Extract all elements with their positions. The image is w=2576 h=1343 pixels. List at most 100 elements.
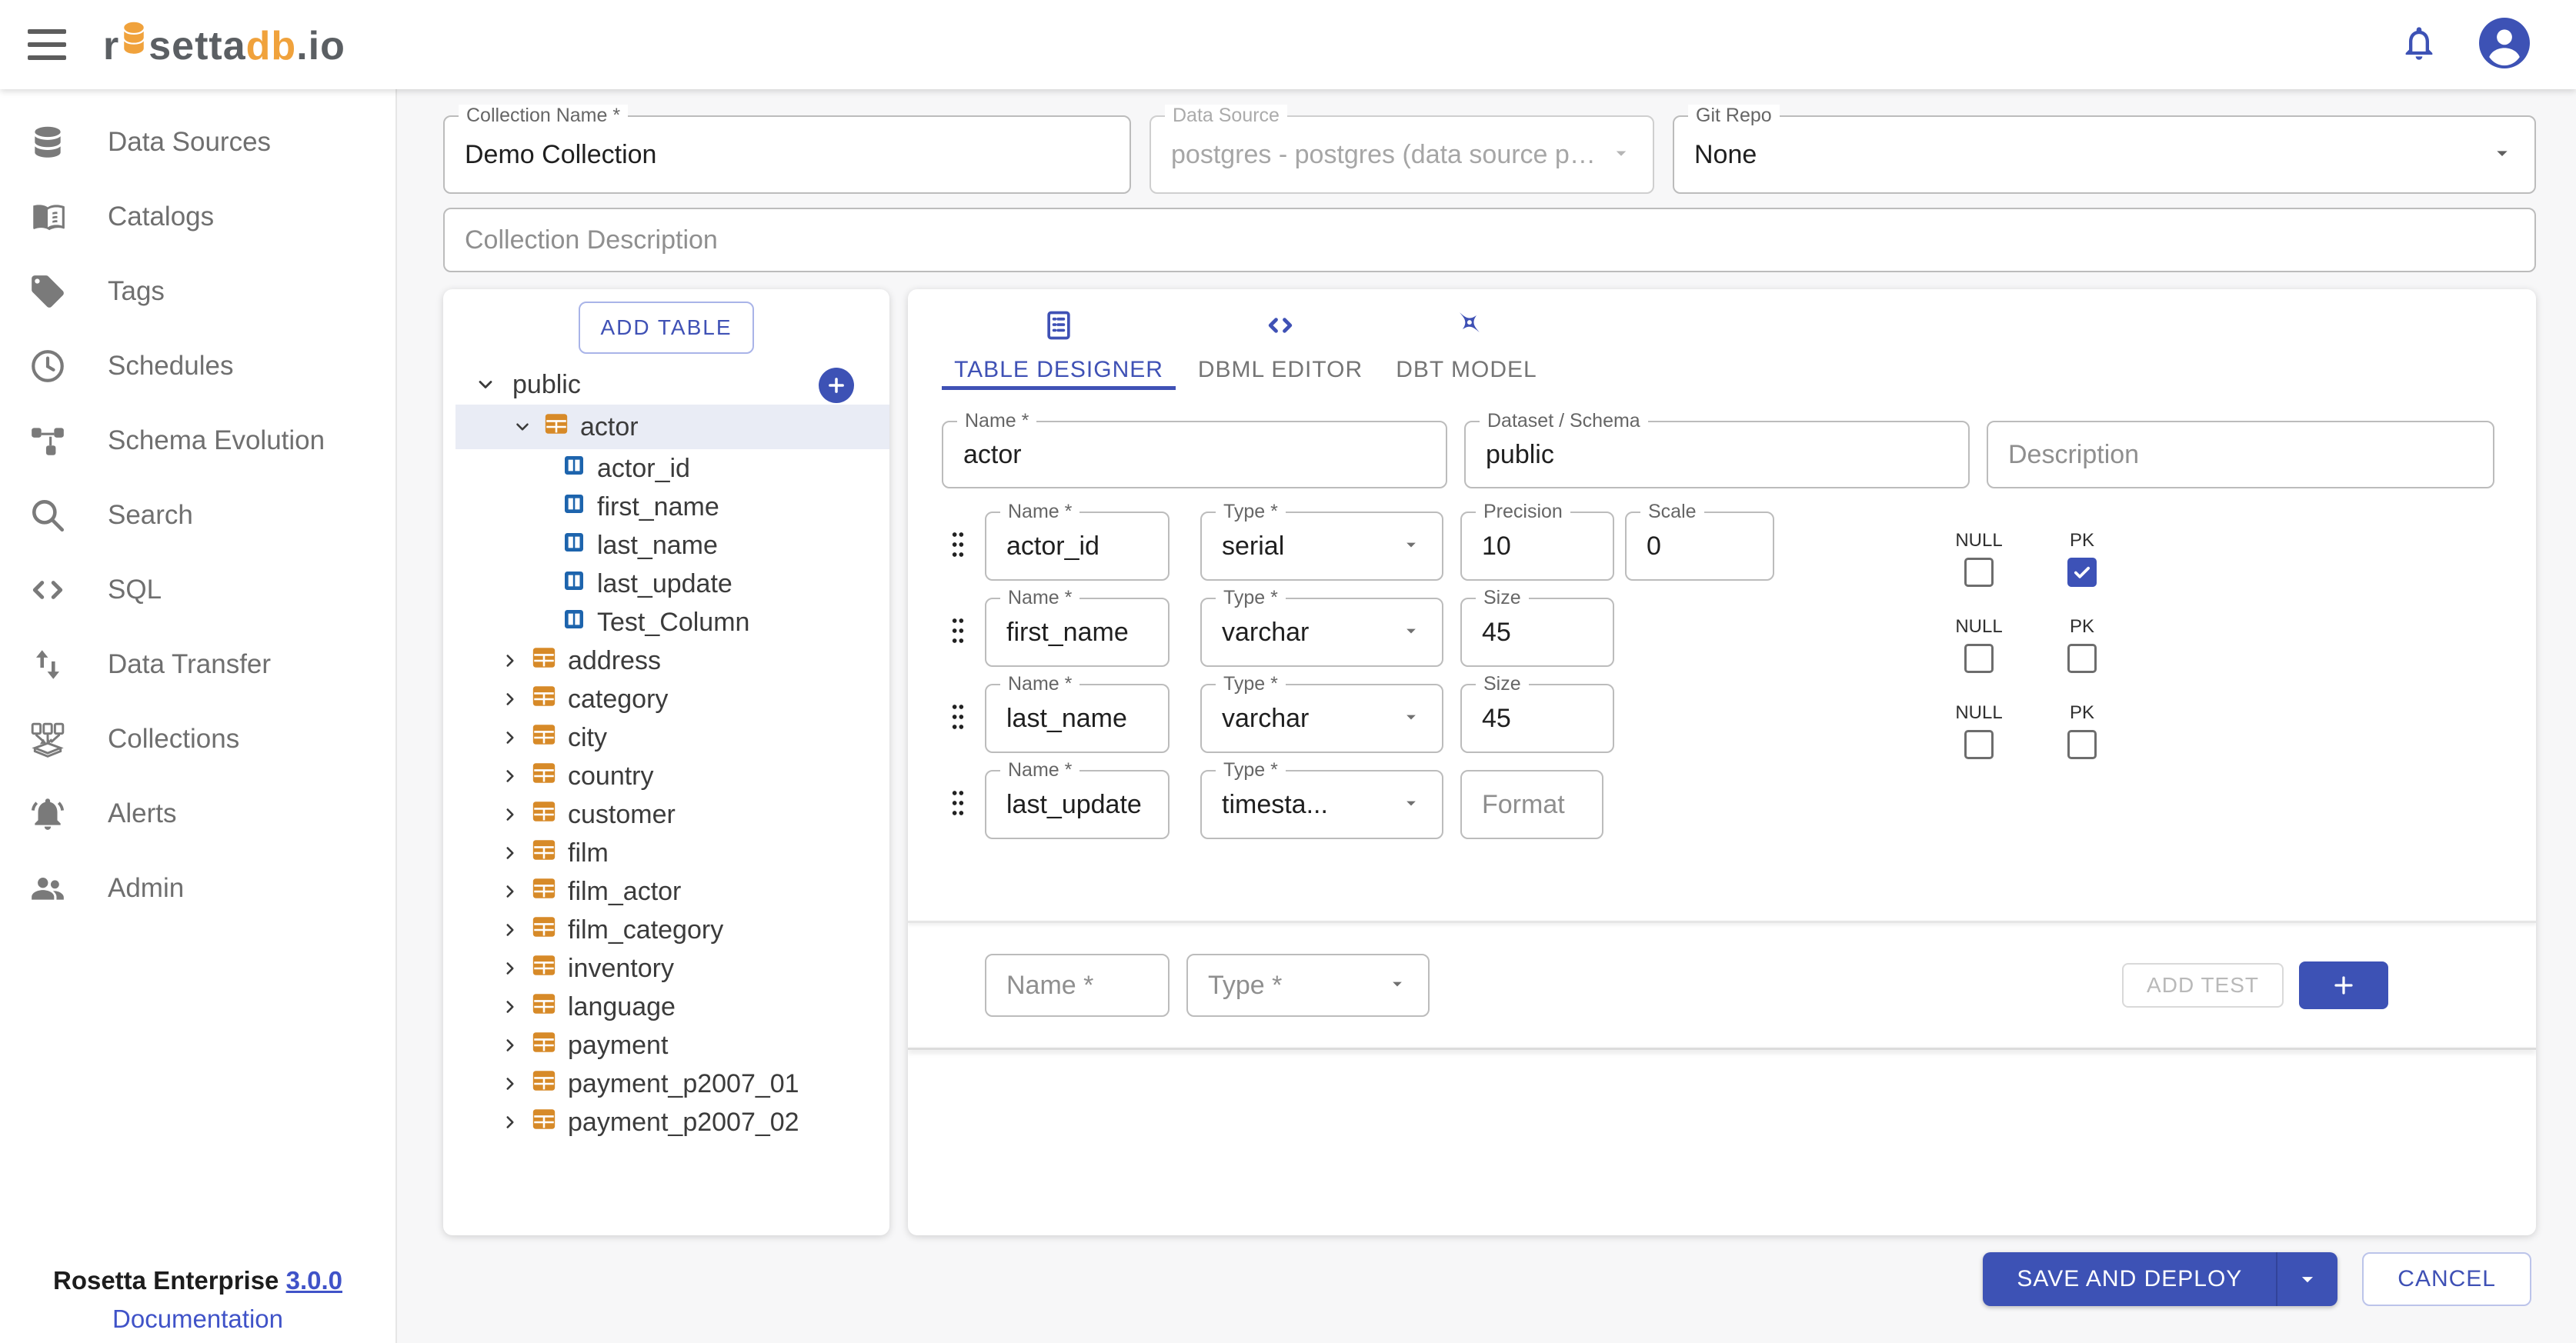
test-name-field[interactable]: [985, 954, 1170, 1017]
tree-node-table[interactable]: category: [443, 680, 889, 718]
tree-node-table[interactable]: film_category: [443, 911, 889, 949]
tree-node-table-actor[interactable]: actor: [455, 405, 889, 449]
drag-handle-icon[interactable]: [948, 529, 968, 564]
tree-node-column[interactable]: actor_id: [443, 449, 889, 488]
tab-table-designer[interactable]: TABLE DESIGNER: [942, 300, 1176, 386]
dataset-schema-field[interactable]: Dataset / Schema: [1464, 410, 1970, 488]
null-checkbox[interactable]: [1964, 730, 1994, 759]
user-avatar[interactable]: [2479, 17, 2530, 72]
collection-name-input[interactable]: [465, 139, 1109, 170]
column-precision-field[interactable]: Precision: [1460, 501, 1614, 581]
chevron-right-icon[interactable]: [499, 688, 522, 711]
tab-dbt-model[interactable]: DBT MODEL: [1385, 300, 1548, 386]
chevron-right-icon[interactable]: [499, 765, 522, 788]
chevron-right-icon[interactable]: [499, 995, 522, 1018]
chevron-right-icon[interactable]: [499, 880, 522, 903]
chevron-right-icon[interactable]: [499, 726, 522, 749]
tree-node-column[interactable]: last_update: [443, 565, 889, 603]
column-size-field[interactable]: Size: [1460, 673, 1614, 753]
sidebar-item-search[interactable]: Search: [0, 478, 395, 552]
cancel-button[interactable]: CANCEL: [2362, 1252, 2531, 1306]
chevron-right-icon[interactable]: [499, 1034, 522, 1057]
column-type-select[interactable]: Type * serial: [1200, 501, 1443, 581]
chevron-down-icon[interactable]: [511, 415, 534, 438]
table-name-input[interactable]: [963, 439, 1426, 470]
version-link[interactable]: 3.0.0: [286, 1266, 342, 1295]
chevron-right-icon[interactable]: [499, 957, 522, 980]
sidebar-item-sql[interactable]: SQL: [0, 552, 395, 627]
size-input[interactable]: [1482, 617, 1593, 648]
column-format-field[interactable]: [1460, 770, 1603, 839]
tree-node-table[interactable]: customer: [443, 795, 889, 834]
drag-handle-icon[interactable]: [948, 788, 968, 822]
chevron-right-icon[interactable]: [499, 649, 522, 672]
chevron-down-icon[interactable]: [474, 373, 497, 396]
sidebar-item-collections[interactable]: Collections: [0, 701, 395, 776]
sidebar-item-schedules[interactable]: Schedules: [0, 328, 395, 403]
data-source-select[interactable]: Data Source postgres - postgres (data so…: [1150, 105, 1654, 194]
column-name-field[interactable]: Name *: [985, 501, 1170, 581]
collection-description-input[interactable]: [465, 225, 2514, 255]
chevron-right-icon[interactable]: [499, 918, 522, 941]
column-type-select[interactable]: Type * timesta...: [1200, 759, 1443, 839]
column-type-select[interactable]: Type * varchar: [1200, 587, 1443, 667]
documentation-link[interactable]: Documentation: [0, 1305, 395, 1334]
column-type-select[interactable]: Type * varchar: [1200, 673, 1443, 753]
tree-node-table[interactable]: payment_p2007_01: [443, 1065, 889, 1103]
sidebar-item-tags[interactable]: Tags: [0, 254, 395, 328]
tree-node-column[interactable]: first_name: [443, 488, 889, 526]
pk-checkbox[interactable]: [2067, 730, 2097, 759]
pk-checkbox[interactable]: [2067, 558, 2097, 587]
git-repo-select[interactable]: Git Repo None: [1673, 105, 2536, 194]
sidebar-item-catalogs[interactable]: Catalogs: [0, 179, 395, 254]
tree-node-schema-public[interactable]: public: [443, 365, 889, 405]
tab-dbml-editor[interactable]: DBML EDITOR: [1176, 300, 1385, 386]
tree-node-column[interactable]: last_name: [443, 526, 889, 565]
sidebar-item-alerts[interactable]: Alerts: [0, 776, 395, 851]
chevron-right-icon[interactable]: [499, 1111, 522, 1134]
sidebar-item-schema-evolution[interactable]: Schema Evolution: [0, 403, 395, 478]
table-name-field[interactable]: Name *: [942, 410, 1447, 488]
sidebar-item-data-transfer[interactable]: Data Transfer: [0, 627, 395, 701]
save-options-dropdown[interactable]: [2277, 1252, 2337, 1306]
add-table-button[interactable]: ADD TABLE: [579, 302, 754, 354]
column-name-field[interactable]: Name *: [985, 673, 1170, 753]
precision-input[interactable]: [1482, 531, 1593, 562]
add-test-button[interactable]: ADD TEST: [2122, 963, 2284, 1008]
column-name-input[interactable]: [1006, 703, 1148, 734]
null-checkbox[interactable]: [1964, 644, 1994, 673]
chevron-right-icon[interactable]: [499, 841, 522, 865]
drag-handle-icon[interactable]: [948, 615, 968, 650]
collection-name-field[interactable]: Collection Name *: [443, 105, 1131, 194]
sidebar-item-admin[interactable]: Admin: [0, 851, 395, 925]
chevron-right-icon[interactable]: [499, 1072, 522, 1095]
format-input[interactable]: [1482, 789, 1582, 820]
dataset-schema-input[interactable]: [1486, 439, 1948, 470]
column-name-field[interactable]: Name *: [985, 759, 1170, 839]
pk-checkbox[interactable]: [2067, 644, 2097, 673]
menu-icon[interactable]: [28, 29, 66, 60]
notifications-bell-icon[interactable]: [2399, 23, 2439, 67]
chevron-right-icon[interactable]: [499, 803, 522, 826]
column-name-input[interactable]: [1006, 789, 1148, 820]
tree-node-table[interactable]: payment: [443, 1026, 889, 1065]
sidebar-item-data-sources[interactable]: Data Sources: [0, 105, 395, 179]
tree-node-table[interactable]: address: [443, 642, 889, 680]
column-scale-field[interactable]: Scale: [1625, 501, 1774, 581]
table-description-field[interactable]: [1987, 421, 2494, 488]
tree-node-table[interactable]: payment_p2007_02: [443, 1103, 889, 1141]
tree-node-table[interactable]: city: [443, 718, 889, 757]
null-checkbox[interactable]: [1964, 558, 1994, 587]
test-name-input[interactable]: [1006, 970, 1148, 1001]
column-name-field[interactable]: Name *: [985, 587, 1170, 667]
save-and-deploy-button[interactable]: SAVE AND DEPLOY: [1983, 1252, 2278, 1306]
size-input[interactable]: [1482, 703, 1593, 734]
tree-node-table[interactable]: film_actor: [443, 872, 889, 911]
tree-node-table[interactable]: country: [443, 757, 889, 795]
column-name-input[interactable]: [1006, 617, 1148, 648]
collection-description-field[interactable]: [443, 208, 2536, 272]
scale-input[interactable]: [1647, 531, 1753, 562]
tree-node-table[interactable]: film: [443, 834, 889, 872]
test-type-select[interactable]: Type *: [1186, 954, 1430, 1017]
drag-handle-icon[interactable]: [948, 701, 968, 736]
